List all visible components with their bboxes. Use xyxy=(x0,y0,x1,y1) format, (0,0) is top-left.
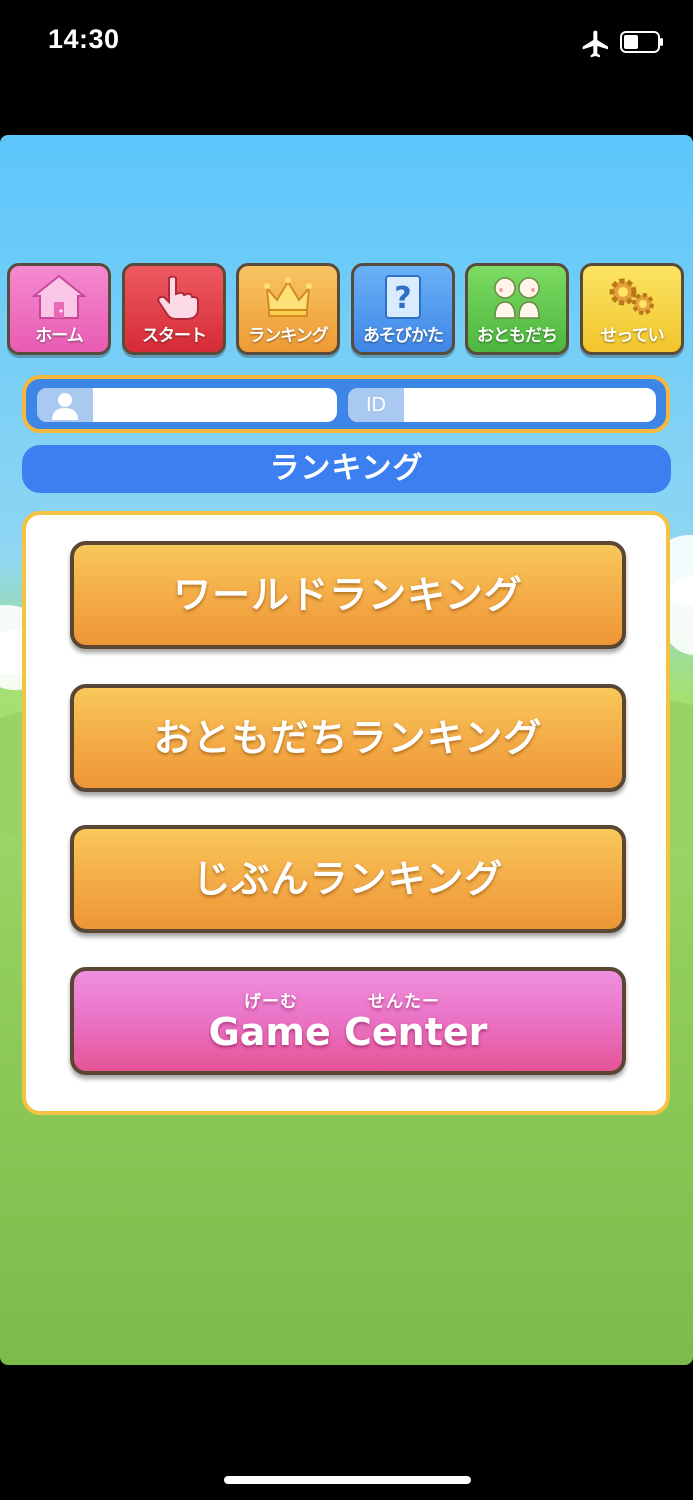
nav-settings-button[interactable]: せってい xyxy=(580,263,684,355)
page-title: ランキング xyxy=(22,445,671,493)
friends-icon xyxy=(494,277,540,319)
question-icon: ? xyxy=(385,275,421,319)
id-tag: ID xyxy=(348,388,404,422)
nav-friends-label: おともだち xyxy=(477,326,558,346)
nav-bar: ホーム スタート ランキング ? あそびかた おともだち せってい xyxy=(7,263,687,357)
status-time: 14:30 xyxy=(48,24,120,54)
gear-icon xyxy=(609,278,654,315)
crown-icon xyxy=(264,277,312,317)
nav-howto-button[interactable]: ? あそびかた xyxy=(351,263,455,355)
world-ranking-button[interactable]: ワールドランキング xyxy=(70,541,626,649)
home-icon xyxy=(32,274,86,319)
nav-ranking-label: ランキング xyxy=(248,326,329,346)
game-center-label: Game Center xyxy=(208,1010,488,1054)
user-icon xyxy=(37,388,93,422)
nav-howto-label: あそびかた xyxy=(363,326,444,346)
self-ranking-button[interactable]: じぶんランキング xyxy=(70,825,626,933)
player-name-field xyxy=(37,388,337,422)
self-ranking-label: じぶんランキング xyxy=(192,857,504,901)
friends-ranking-label: おともだちランキング xyxy=(153,716,543,760)
svg-text:?: ? xyxy=(394,281,411,316)
player-info-bar: ID xyxy=(22,375,670,433)
game-screen: ホーム スタート ランキング ? あそびかた おともだち せってい ID ランキ… xyxy=(0,135,693,1365)
status-bar: 14:30 xyxy=(0,0,693,88)
game-center-button[interactable]: げーむ せんたー Game Center xyxy=(70,967,626,1075)
world-ranking-label: ワールドランキング xyxy=(173,573,523,617)
nav-start-label: スタート xyxy=(142,326,207,346)
airplane-icon xyxy=(582,30,608,58)
nav-friends-button[interactable]: おともだち xyxy=(465,263,569,355)
nav-home-button[interactable]: ホーム xyxy=(7,263,111,355)
friends-ranking-button[interactable]: おともだちランキング xyxy=(70,684,626,792)
nav-settings-label: せってい xyxy=(600,326,664,346)
nav-home-label: ホーム xyxy=(35,326,84,346)
ranking-menu-panel: ワールドランキング おともだちランキング じぶんランキング げーむ せんたー G… xyxy=(22,511,670,1115)
battery-icon xyxy=(620,31,663,53)
nav-start-button[interactable]: スタート xyxy=(122,263,226,355)
home-indicator[interactable] xyxy=(224,1476,471,1484)
player-id-field: ID xyxy=(348,388,656,422)
hand-pointer-icon xyxy=(157,275,199,320)
nav-ranking-button[interactable]: ランキング xyxy=(236,263,340,355)
